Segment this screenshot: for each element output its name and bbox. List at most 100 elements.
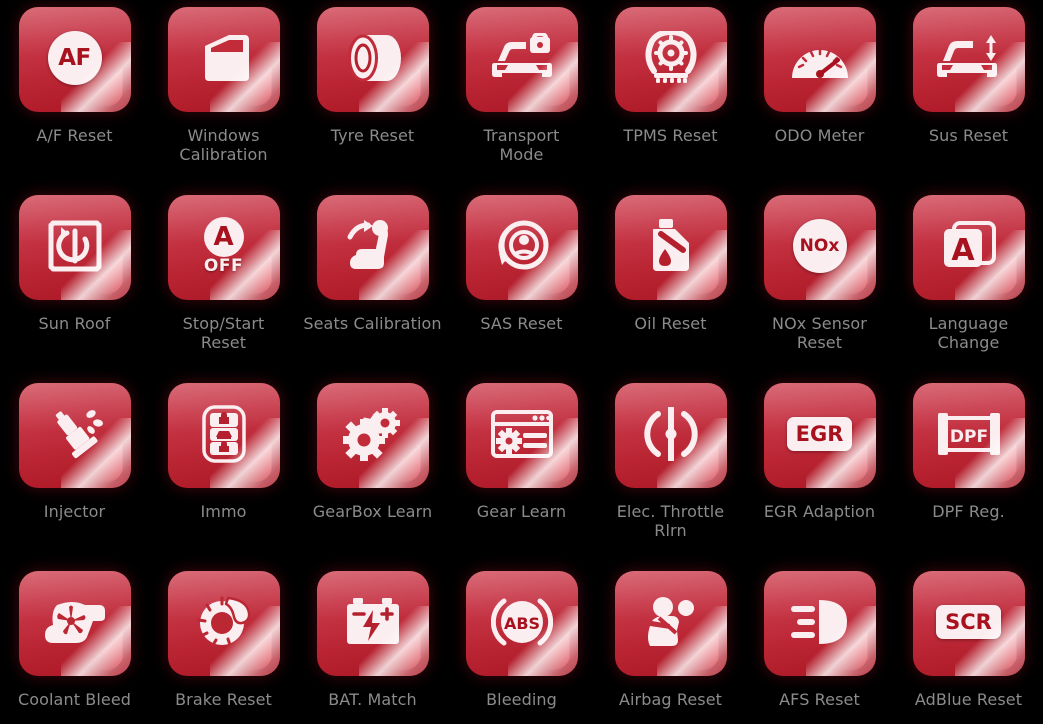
function-tile-nox-sensor-reset[interactable]: NOx	[763, 195, 876, 300]
car-door-window-icon	[168, 7, 280, 112]
function-cell-bleeding[interactable]: ABS Bleeding	[447, 571, 596, 724]
function-cell-sun-roof[interactable]: Sun Roof	[0, 195, 149, 383]
speedometer-icon	[764, 7, 876, 112]
function-cell-immo[interactable]: Immo	[149, 383, 298, 571]
special-functions-grid: AF A/F Reset Windows Calibration Tyre Re…	[0, 0, 1043, 724]
abs-icon: ABS	[466, 571, 578, 676]
function-cell-bat-match[interactable]: BAT. Match	[298, 571, 447, 724]
function-cell-elec-throttle-rlrn[interactable]: Elec. Throttle Rlrn	[596, 383, 745, 571]
car-lock-icon	[466, 7, 578, 112]
function-label-adblue-reset: AdBlue Reset	[914, 690, 1023, 709]
function-tile-sun-roof[interactable]	[18, 195, 131, 300]
function-cell-nox-sensor-reset[interactable]: NOx NOx Sensor Reset	[745, 195, 894, 383]
function-tile-bleeding[interactable]: ABS	[465, 571, 578, 676]
function-tile-oil-reset[interactable]	[614, 195, 727, 300]
sunroof-reset-icon	[19, 195, 131, 300]
function-cell-injector[interactable]: Injector	[0, 383, 149, 571]
function-label-language-change: Language Change	[928, 314, 1009, 352]
function-cell-af-reset[interactable]: AF A/F Reset	[0, 7, 149, 195]
function-cell-tyre-reset[interactable]: Tyre Reset	[298, 7, 447, 195]
function-cell-language-change[interactable]: A Language Change	[894, 195, 1043, 383]
car-suspension-icon	[913, 7, 1025, 112]
function-cell-adblue-reset[interactable]: SCR AdBlue Reset	[894, 571, 1043, 724]
function-cell-sus-reset[interactable]: Sus Reset	[894, 7, 1043, 195]
function-cell-sas-reset[interactable]: SAS Reset	[447, 195, 596, 383]
function-label-transport-mode: Transport Mode	[483, 126, 560, 164]
function-label-af-reset: A/F Reset	[36, 126, 113, 145]
steering-angle-icon	[466, 195, 578, 300]
function-tile-sas-reset[interactable]	[465, 195, 578, 300]
function-tile-tyre-reset[interactable]	[316, 7, 429, 112]
gears-icon	[317, 383, 429, 488]
function-cell-tpms-reset[interactable]: TPMS Reset	[596, 7, 745, 195]
function-tile-immo[interactable]	[167, 383, 280, 488]
function-label-afs-reset: AFS Reset	[779, 690, 860, 709]
coolant-pump-icon	[19, 571, 131, 676]
function-label-sas-reset: SAS Reset	[480, 314, 563, 333]
function-label-bleeding: Bleeding	[486, 690, 557, 709]
function-tile-egr-adaption[interactable]: EGR	[763, 383, 876, 488]
function-cell-windows-calibration[interactable]: Windows Calibration	[149, 7, 298, 195]
function-cell-gear-learn[interactable]: Gear Learn	[447, 383, 596, 571]
svg-text:ABS: ABS	[503, 614, 539, 633]
function-tile-transport-mode[interactable]	[465, 7, 578, 112]
function-cell-dpf-reg[interactable]: DPF DPF Reg.	[894, 383, 1043, 571]
function-tile-brake-reset[interactable]	[167, 571, 280, 676]
function-label-injector: Injector	[43, 502, 106, 521]
function-cell-stop-start-reset[interactable]: A OFF Stop/Start Reset	[149, 195, 298, 383]
nox-badge-icon: NOx	[764, 195, 876, 300]
function-label-nox-sensor-reset: NOx Sensor Reset	[772, 314, 867, 352]
function-tile-dpf-reg[interactable]: DPF	[912, 383, 1025, 488]
function-tile-af-reset[interactable]: AF	[18, 7, 131, 112]
function-label-brake-reset: Brake Reset	[175, 690, 272, 709]
airbag-icon	[615, 571, 727, 676]
function-cell-gearbox-learn[interactable]: GearBox Learn	[298, 383, 447, 571]
egr-badge-icon: EGR	[786, 416, 853, 451]
function-tile-elec-throttle-rlrn[interactable]	[614, 383, 727, 488]
function-label-coolant-bleed: Coolant Bleed	[17, 690, 132, 709]
battery-icon	[317, 571, 429, 676]
dpf-filter-icon: DPF	[913, 383, 1025, 488]
tpms-sensor-icon	[615, 7, 727, 112]
scr-badge-icon: SCR	[913, 571, 1025, 676]
function-tile-bat-match[interactable]	[316, 571, 429, 676]
brake-disc-icon	[168, 571, 280, 676]
svg-text:A: A	[951, 233, 975, 268]
function-tile-afs-reset[interactable]	[763, 571, 876, 676]
function-tile-sus-reset[interactable]	[912, 7, 1025, 112]
function-cell-seats-calibration[interactable]: Seats Calibration	[298, 195, 447, 383]
function-label-stop-start-reset: Stop/Start Reset	[182, 314, 265, 352]
fuel-injector-icon	[19, 383, 131, 488]
function-tile-airbag-reset[interactable]	[614, 571, 727, 676]
af-badge-icon: AF	[47, 30, 102, 85]
nox-badge-icon: NOx	[792, 218, 847, 273]
function-cell-brake-reset[interactable]: Brake Reset	[149, 571, 298, 724]
function-cell-afs-reset[interactable]: AFS Reset	[745, 571, 894, 724]
function-tile-adblue-reset[interactable]: SCR	[912, 571, 1025, 676]
function-label-oil-reset: Oil Reset	[634, 314, 707, 333]
function-tile-injector[interactable]	[18, 383, 131, 488]
function-tile-stop-start-reset[interactable]: A OFF	[167, 195, 280, 300]
function-tile-gear-learn[interactable]	[465, 383, 578, 488]
function-tile-tpms-reset[interactable]	[614, 7, 727, 112]
function-tile-windows-calibration[interactable]	[167, 7, 280, 112]
function-cell-coolant-bleed[interactable]: Coolant Bleed	[0, 571, 149, 724]
function-tile-coolant-bleed[interactable]	[18, 571, 131, 676]
function-label-egr-adaption: EGR Adaption	[763, 502, 876, 521]
key-fob-icon	[168, 383, 280, 488]
function-label-odo-meter: ODO Meter	[774, 126, 865, 145]
function-tile-gearbox-learn[interactable]	[316, 383, 429, 488]
auto-stop-start-icon: A OFF	[168, 195, 280, 300]
function-cell-egr-adaption[interactable]: EGR EGR Adaption	[745, 383, 894, 571]
function-tile-language-change[interactable]: A	[912, 195, 1025, 300]
function-cell-airbag-reset[interactable]: Airbag Reset	[596, 571, 745, 724]
function-tile-odo-meter[interactable]	[763, 7, 876, 112]
function-label-gear-learn: Gear Learn	[476, 502, 567, 521]
auto-stop-start-icon: A OFF	[203, 216, 244, 275]
function-tile-seats-calibration[interactable]	[316, 195, 429, 300]
headlight-icon	[764, 571, 876, 676]
function-label-sun-roof: Sun Roof	[38, 314, 111, 333]
function-cell-odo-meter[interactable]: ODO Meter	[745, 7, 894, 195]
function-cell-oil-reset[interactable]: Oil Reset	[596, 195, 745, 383]
function-cell-transport-mode[interactable]: Transport Mode	[447, 7, 596, 195]
